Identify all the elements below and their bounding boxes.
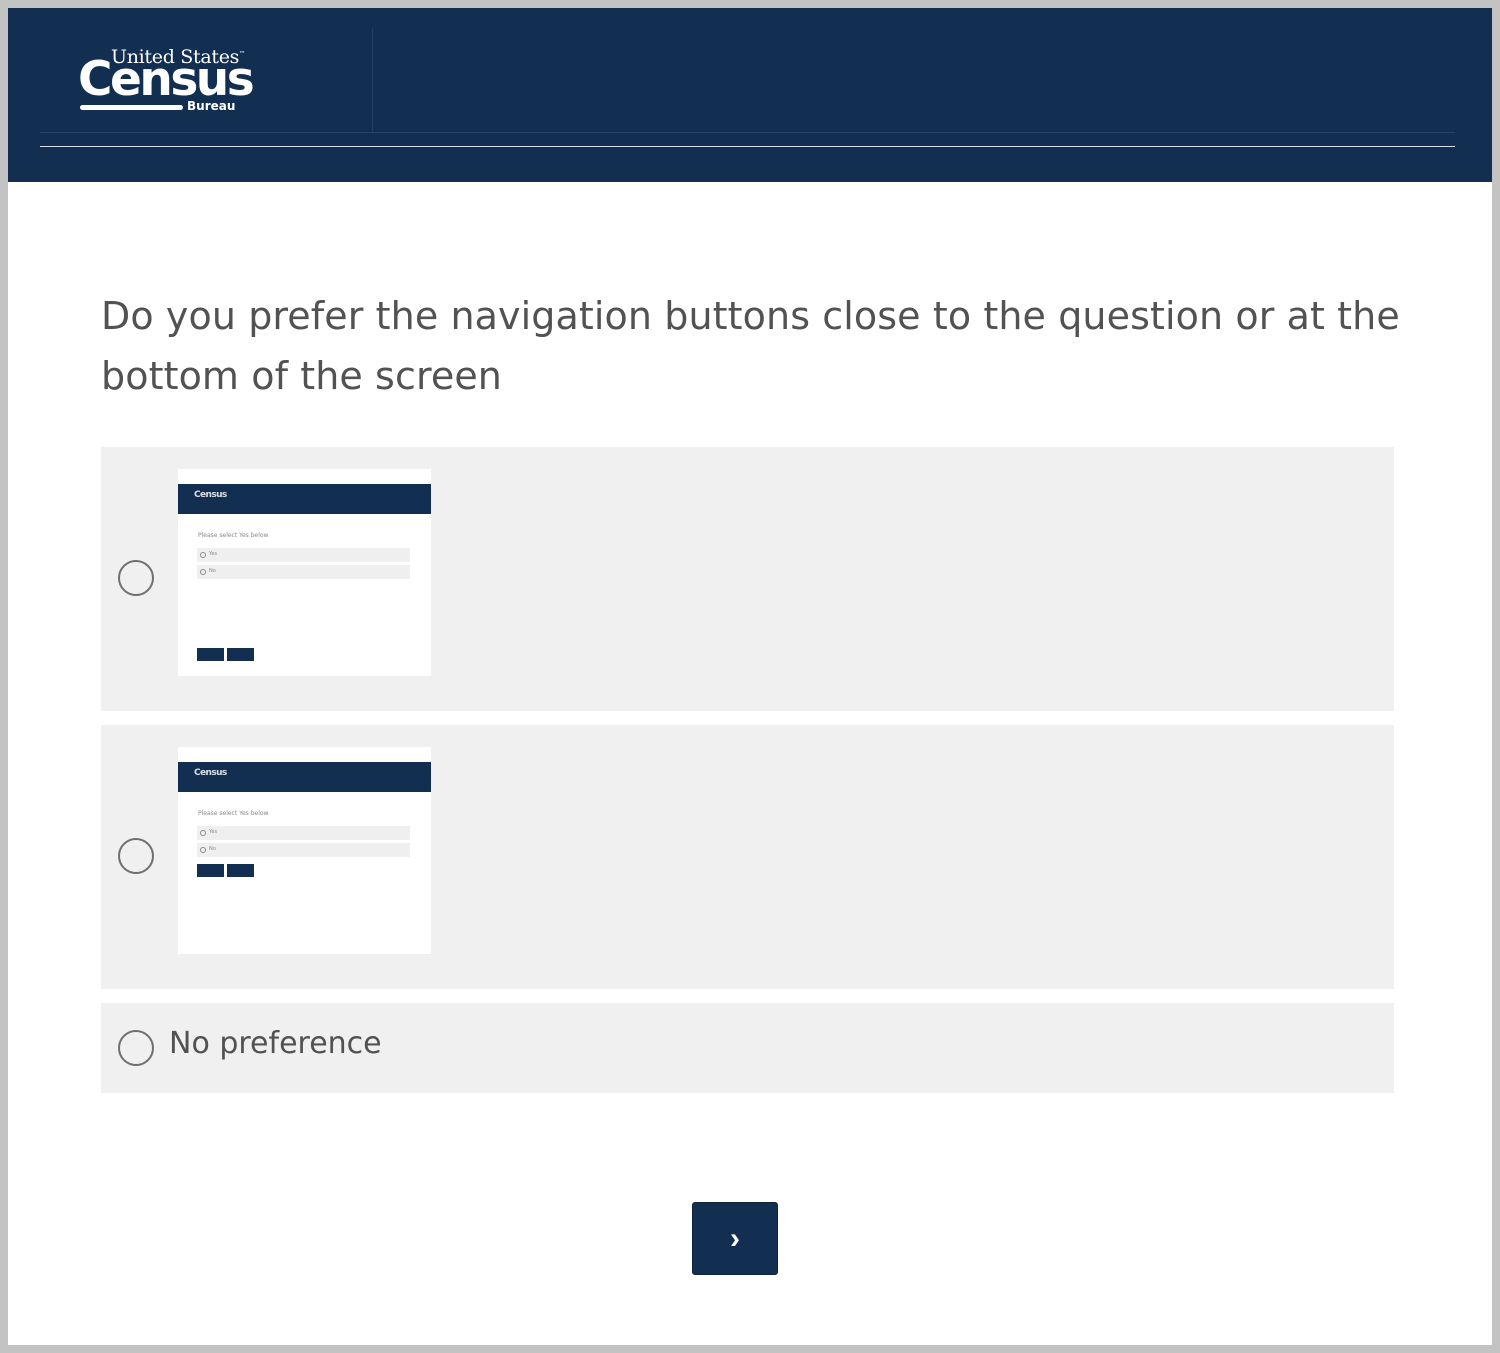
radio-button[interactable]	[118, 560, 154, 596]
thumb-next-button	[227, 864, 254, 877]
thumb-question: Please select Yes below	[198, 532, 269, 539]
layout-buttons-near-question-thumbnail: Census Please select Yes below Yes No	[178, 747, 431, 954]
thumb-option-label: Yes	[209, 829, 218, 835]
layout-buttons-at-bottom-thumbnail: Census Please select Yes below Yes No	[178, 469, 431, 676]
choice-buttons-near-question[interactable]: Census Please select Yes below Yes No	[101, 725, 1394, 989]
question-text: Do you prefer the navigation buttons clo…	[101, 294, 1400, 398]
thumb-next-button	[227, 648, 254, 661]
thumb-radio	[200, 830, 206, 836]
thumb-logo: Census	[194, 490, 227, 500]
thumb-option: No	[197, 565, 410, 579]
thumb-radio	[200, 847, 206, 853]
thumb-option: No	[197, 843, 410, 857]
thumb-radio	[200, 569, 206, 575]
next-button[interactable]: ›	[692, 1202, 778, 1275]
header-divider-dark	[40, 132, 1455, 133]
thumb-logo: Census	[194, 768, 227, 778]
thumb-option-label: Yes	[209, 551, 218, 557]
thumb-back-button	[197, 864, 224, 877]
header-divider-light	[40, 146, 1455, 147]
chevron-right-icon: ›	[730, 1221, 740, 1255]
thumb-header: Census	[178, 484, 431, 514]
header-divider-vertical	[372, 28, 373, 133]
thumb-radio	[200, 552, 206, 558]
thumb-question: Please select Yes below	[198, 810, 269, 817]
thumb-option: Yes	[197, 548, 410, 562]
census-bureau-logo: United States™ Census Bureau	[78, 46, 255, 118]
survey-page: United States™ Census Bureau Do you pref…	[8, 8, 1492, 1345]
site-header: United States™ Census Bureau	[8, 8, 1492, 182]
thumb-header: Census	[178, 762, 431, 792]
thumb-option: Yes	[197, 826, 410, 840]
thumb-option-label: No	[209, 846, 216, 852]
choice-buttons-at-bottom[interactable]: Census Please select Yes below Yes No	[101, 447, 1394, 711]
logo-underline	[80, 105, 183, 110]
radio-button[interactable]	[118, 838, 154, 874]
thumb-option-label: No	[209, 568, 216, 574]
logo-bureau: Bureau	[187, 99, 236, 113]
radio-button[interactable]	[118, 1030, 154, 1066]
thumb-back-button	[197, 648, 224, 661]
choice-no-preference[interactable]: No preference	[101, 1003, 1394, 1093]
choice-label: No preference	[169, 1026, 382, 1061]
